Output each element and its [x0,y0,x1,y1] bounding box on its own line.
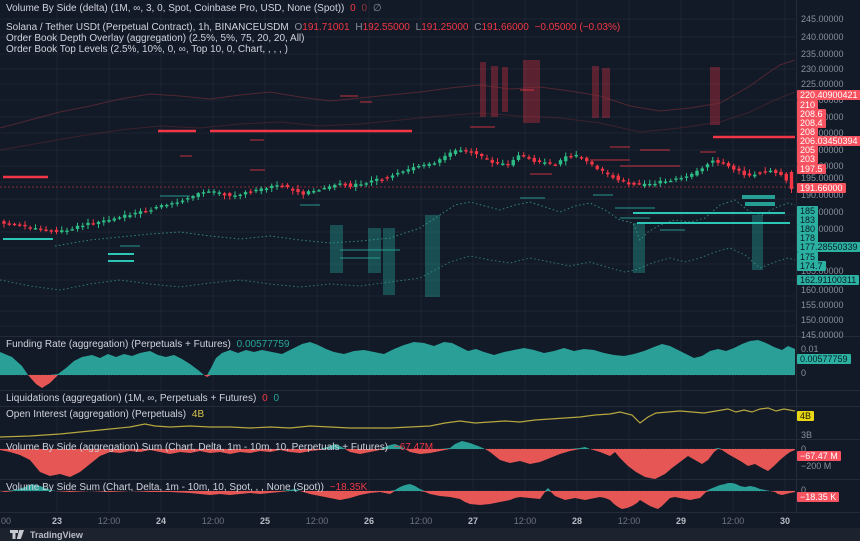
panel-separator[interactable] [0,406,860,407]
price-level-badge: −67.47 M [797,451,841,461]
indicator-title: Liquidations (aggregation) (1M, ∞, Perpe… [6,393,256,404]
indicator-value: 0 [273,393,279,404]
axis-price-label: 245.00000 [801,14,844,24]
time-axis-label: 30 [780,516,790,526]
footer-bar: TradingView [0,528,860,541]
panel-separator[interactable] [0,439,860,440]
price-level-badge: 162.91100311 [797,275,859,285]
legend-volume-by-side-agg[interactable]: Volume By Side (aggregation) Sum (Chart,… [6,442,436,453]
axis-price-label: 155.00000 [801,300,844,310]
axis-price-label: 0.01 [801,344,819,354]
axis-price-label: 0 [801,368,806,378]
time-axis-label: 12:00 [306,516,329,526]
indicator-title: Order Book Top Levels (2.5%, 10%, 0, ∞, … [6,44,288,55]
time-axis-label: 26 [364,516,374,526]
panel-separator[interactable] [0,336,860,337]
time-axis-label: 25 [260,516,270,526]
panel-separator[interactable] [0,390,860,391]
indicator-title: Volume By Side Sum (Chart, Delta, 1m - 1… [6,482,324,493]
indicator-value: 0 [262,393,268,404]
panel-separator[interactable] [0,512,860,513]
price-level-badge: −18.35 K [797,492,839,502]
time-axis-label: 12:00 [722,516,745,526]
legend-open-interest[interactable]: Open Interest (aggregation) (Perpetuals)… [6,409,207,420]
legend-order-book-depth[interactable]: Order Book Depth Overlay (aggregation) (… [6,33,308,44]
axis-price-label: 225.00000 [801,79,844,89]
panel-separator[interactable] [0,479,860,480]
axis-price-label: 240.00000 [801,32,844,42]
time-axis-label: 27 [468,516,478,526]
legend-funding-rate[interactable]: Funding Rate (aggregation) (Perpetuals +… [6,339,292,350]
ohlc-h-value: 192.55000 [363,22,410,33]
axis-price-label: 230.00000 [801,64,844,74]
time-axis-label: 00 [1,516,11,526]
ohlc-c-label: C [474,22,481,33]
indicator-value: −18.35K [330,482,368,493]
price-level-badge: 4B [797,411,814,421]
axis-price-label: 160.00000 [801,285,844,295]
indicator-value: 0 [350,3,356,14]
time-axis-label: 12:00 [202,516,225,526]
indicator-title: Volume By Side (aggregation) Sum (Chart,… [6,442,388,453]
indicator-title: Open Interest (aggregation) (Perpetuals) [6,409,186,420]
axis-price-label: 3B [801,430,812,440]
axis-price-label: 195.00000 [801,173,844,183]
legend-order-book-top-levels[interactable]: Order Book Top Levels (2.5%, 10%, 0, ∞, … [6,44,291,55]
ohlc-o-value: 191.71001 [302,22,349,33]
indicator-title: Volume By Side (delta) (1M, ∞, 3, 0, Spo… [6,3,344,14]
no-data-icon: ∅ [373,3,382,14]
change-value: −0.05000 (−0.03%) [535,22,621,33]
axis-price-label: 235.00000 [801,49,844,59]
legend-symbol[interactable]: Solana / Tether USDt (Perpetual Contract… [6,22,623,33]
chart-canvas[interactable] [0,0,796,541]
axis-price-label: 145.00000 [801,330,844,340]
indicator-title: Funding Rate (aggregation) (Perpetuals +… [6,339,231,350]
price-level-badge: 197.5 [797,164,826,174]
tradingview-logo-icon[interactable] [10,530,25,539]
time-axis-label: 24 [156,516,166,526]
indicator-value: −67.47M [394,442,433,453]
price-level-badge: 0.00577759 [797,354,851,364]
price-level-badge: 174.7 [797,261,826,271]
time-axis-label: 12:00 [514,516,537,526]
ohlc-c-value: 191.66000 [482,22,529,33]
tradingview-brand[interactable]: TradingView [30,530,83,540]
indicator-value: 0.00577759 [237,339,290,350]
legend-volume-by-side-delta[interactable]: Volume By Side (delta) (1M, ∞, 3, 0, Spo… [6,3,385,14]
tradingview-chart-window: { "colors": { "bg": "#131a27", "grid": "… [0,0,860,541]
indicator-value: 4B [192,409,204,420]
price-level-badge: 191.66000 [797,183,846,193]
price-level-badge: 220.40900421 [797,90,860,100]
time-axis-label: 23 [52,516,62,526]
symbol-title: Solana / Tether USDt (Perpetual Contract… [6,22,289,33]
price-level-badge: 203 [797,154,818,164]
axis-price-label: −200 M [801,461,831,471]
time-axis-label: 12:00 [618,516,641,526]
legend-liquidations[interactable]: Liquidations (aggregation) (1M, ∞, Perpe… [6,393,282,404]
time-axis-label: 12:00 [98,516,121,526]
time-axis-label: 29 [676,516,686,526]
ohlc-h-label: H [355,22,362,33]
ohlc-l-value: 191.25000 [421,22,468,33]
price-level-badge: 177.28550339 [797,242,860,252]
legend-volume-by-side-spot[interactable]: Volume By Side Sum (Chart, Delta, 1m - 1… [6,482,370,493]
axis-price-label: 150.00000 [801,315,844,325]
time-axis-label: 28 [572,516,582,526]
time-axis-label: 12:00 [410,516,433,526]
indicator-value: 0 [362,3,368,14]
indicator-title: Order Book Depth Overlay (aggregation) (… [6,33,305,44]
